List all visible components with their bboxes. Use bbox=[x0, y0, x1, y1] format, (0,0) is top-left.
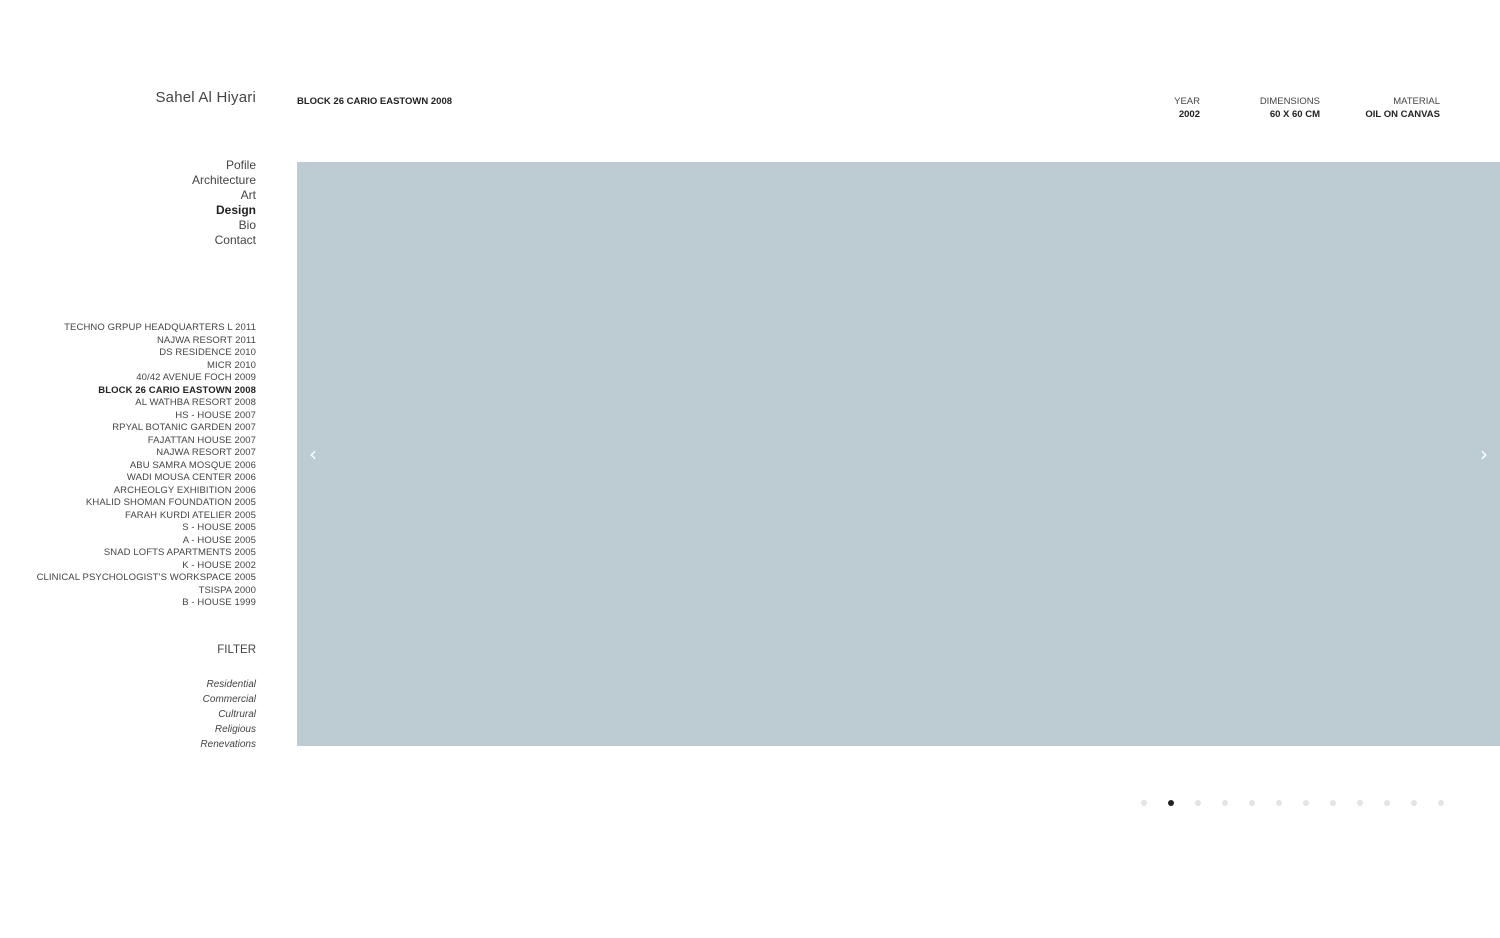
project-list-item[interactable]: AL WATHBA RESORT 2008 bbox=[37, 397, 256, 410]
filter-item-commercial[interactable]: Commercial bbox=[200, 692, 256, 707]
meta-dimensions-value: 60 X 60 CM bbox=[1269, 108, 1320, 120]
project-list: TECHNO GRPUP HEADQUARTERS L 2011 NAJWA RE… bbox=[37, 322, 256, 610]
project-list-item[interactable]: K - HOUSE 2002 bbox=[37, 560, 256, 573]
project-list-item[interactable]: RPYAL BOTANIC GARDEN 2007 bbox=[37, 422, 256, 435]
nav-item-design[interactable]: Design bbox=[192, 203, 256, 218]
meta-material-value: OIL ON CANVAS bbox=[1365, 108, 1440, 120]
meta-material-label: MATERIAL bbox=[1393, 96, 1440, 107]
project-list-item[interactable]: NAJWA RESORT 2011 bbox=[37, 335, 256, 348]
site-name-link[interactable]: Sahel Al Hiyari bbox=[155, 89, 256, 106]
chevron-right-icon[interactable]: › bbox=[1474, 444, 1494, 464]
nav-item-art[interactable]: Art bbox=[192, 188, 256, 203]
meta-material: MATERIAL OIL ON CANVAS bbox=[1365, 96, 1440, 121]
pagination-dot[interactable] bbox=[1357, 800, 1363, 806]
project-list-item[interactable]: ARCHEOLGY EXHIBITION 2006 bbox=[37, 485, 256, 498]
filter-item-residential[interactable]: Residential bbox=[200, 677, 256, 692]
project-list-item[interactable]: ABU SAMRA MOSQUE 2006 bbox=[37, 460, 256, 473]
nav-item-contact[interactable]: Contact bbox=[192, 233, 256, 248]
project-list-item[interactable]: MICR 2010 bbox=[37, 360, 256, 373]
project-list-item[interactable]: CLINICAL PSYCHOLOGIST'S WORKSPACE 2005 bbox=[37, 572, 256, 585]
project-list-item[interactable]: S - HOUSE 2005 bbox=[37, 522, 256, 535]
pagination-dot[interactable] bbox=[1411, 800, 1417, 806]
project-list-item[interactable]: DS RESIDENCE 2010 bbox=[37, 347, 256, 360]
pagination-dot[interactable] bbox=[1438, 800, 1444, 806]
nav-item-pofile[interactable]: Pofile bbox=[192, 158, 256, 173]
pagination-dot[interactable] bbox=[1168, 800, 1174, 806]
meta-year: YEAR 2002 bbox=[1174, 96, 1200, 121]
project-title: BLOCK 26 CARIO EASTOWN 2008 bbox=[297, 96, 453, 107]
pagination-dot[interactable] bbox=[1276, 800, 1282, 806]
project-list-item[interactable]: TECHNO GRPUP HEADQUARTERS L 2011 bbox=[37, 322, 256, 335]
filter-item-religious[interactable]: Religious bbox=[200, 722, 256, 737]
pagination-dot[interactable] bbox=[1249, 800, 1255, 806]
pagination-dot[interactable] bbox=[1141, 800, 1147, 806]
pagination-dot[interactable] bbox=[1303, 800, 1309, 806]
chevron-left-icon[interactable]: ‹ bbox=[303, 444, 323, 464]
project-list-item[interactable]: KHALID SHOMAN FOUNDATION 2005 bbox=[37, 497, 256, 510]
nav-item-bio[interactable]: Bio bbox=[192, 218, 256, 233]
project-list-item[interactable]: TSISPA 2000 bbox=[37, 585, 256, 598]
pagination-dot[interactable] bbox=[1195, 800, 1201, 806]
meta-dimensions: DIMENSIONS 60 X 60 CM bbox=[1260, 96, 1320, 121]
slideshow-image[interactable]: ‹ › bbox=[297, 162, 1500, 746]
project-list-item[interactable]: NAJWA RESORT 2007 bbox=[37, 447, 256, 460]
slide-pagination bbox=[1120, 800, 1444, 806]
project-list-item[interactable]: BLOCK 26 CARIO EASTOWN 2008 bbox=[37, 385, 256, 398]
meta-year-value: 2002 bbox=[1178, 108, 1200, 120]
pagination-dot[interactable] bbox=[1222, 800, 1228, 806]
main-nav: Pofile Architecture Art Design Bio Contact bbox=[192, 158, 256, 248]
page: Sahel Al Hiyari Pofile Architecture Art Des… bbox=[0, 0, 1500, 938]
project-list-item[interactable]: 40/42 AVENUE FOCH 2009 bbox=[37, 372, 256, 385]
filter-item-renevations[interactable]: Renevations bbox=[200, 737, 256, 752]
filter-title: FILTER bbox=[217, 644, 256, 656]
project-list-item[interactable]: SNAD LOFTS APARTMENTS 2005 bbox=[37, 547, 256, 560]
pagination-dot[interactable] bbox=[1330, 800, 1336, 806]
project-list-item[interactable]: A - HOUSE 2005 bbox=[37, 535, 256, 548]
pagination-dot[interactable] bbox=[1384, 800, 1390, 806]
filter-list: Residential Commercial Cultrural Religious R… bbox=[200, 677, 256, 752]
meta-year-label: YEAR bbox=[1174, 96, 1200, 107]
project-list-item[interactable]: FAJATTAN HOUSE 2007 bbox=[37, 435, 256, 448]
project-list-item[interactable]: WADI MOUSA CENTER 2006 bbox=[37, 472, 256, 485]
project-list-item[interactable]: FARAH KURDI ATELIER 2005 bbox=[37, 510, 256, 523]
project-list-item[interactable]: HS - HOUSE 2007 bbox=[37, 410, 256, 423]
meta-dimensions-label: DIMENSIONS bbox=[1259, 96, 1320, 107]
project-list-item[interactable]: B - HOUSE 1999 bbox=[37, 597, 256, 610]
filter-item-cultrural[interactable]: Cultrural bbox=[200, 707, 256, 722]
nav-item-architecture[interactable]: Architecture bbox=[192, 173, 256, 188]
